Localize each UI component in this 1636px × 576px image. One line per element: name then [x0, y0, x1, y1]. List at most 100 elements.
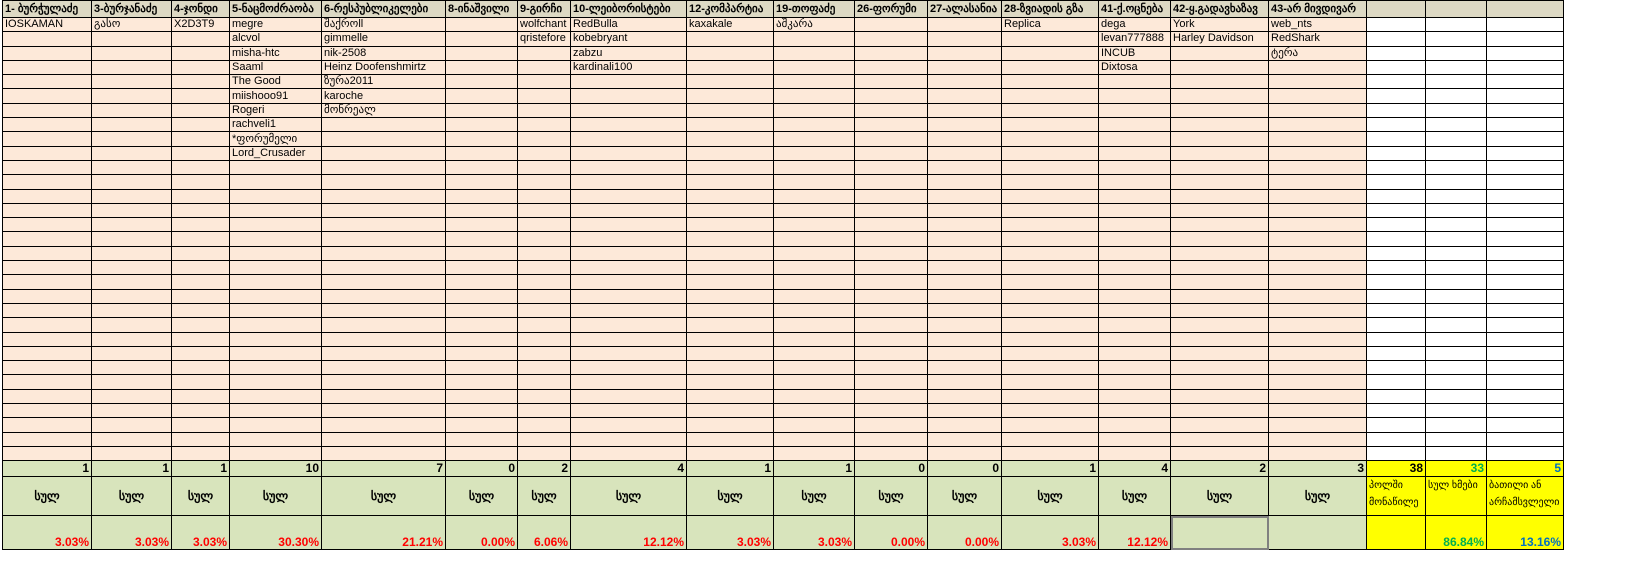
empty-cell[interactable]: [854, 131, 928, 147]
voter-cell[interactable]: alcvol: [229, 31, 322, 47]
empty-cell[interactable]: [773, 188, 855, 204]
empty-cell[interactable]: [686, 403, 774, 419]
empty-cell[interactable]: [91, 302, 172, 319]
empty-cell[interactable]: [1486, 159, 1564, 176]
empty-cell[interactable]: [321, 374, 446, 390]
empty-cell[interactable]: [171, 31, 230, 47]
empty-cell[interactable]: [1486, 16, 1564, 33]
empty-cell[interactable]: [171, 117, 230, 133]
empty-cell[interactable]: [1268, 374, 1367, 390]
empty-cell[interactable]: [773, 317, 855, 333]
empty-cell[interactable]: [171, 374, 230, 390]
voter-cell[interactable]: kaxakale: [686, 16, 774, 33]
empty-cell[interactable]: [570, 231, 687, 247]
empty-cell[interactable]: [854, 31, 928, 47]
voter-cell[interactable]: web_nts: [1268, 16, 1367, 33]
empty-cell[interactable]: [686, 174, 774, 190]
empty-cell[interactable]: [517, 217, 571, 233]
voter-cell[interactable]: megre: [229, 16, 322, 33]
empty-cell[interactable]: [229, 445, 322, 462]
empty-cell[interactable]: [1170, 374, 1269, 390]
empty-cell[interactable]: [445, 31, 518, 47]
empty-cell[interactable]: [773, 174, 855, 190]
percent-cell[interactable]: 12.12%: [570, 515, 687, 551]
empty-cell[interactable]: [445, 188, 518, 204]
empty-cell[interactable]: [854, 360, 928, 376]
empty-cell[interactable]: [570, 131, 687, 147]
empty-cell[interactable]: [1268, 74, 1367, 90]
empty-cell[interactable]: [91, 317, 172, 333]
voter-cell[interactable]: Harley Davidson: [1170, 31, 1269, 47]
total-label[interactable]: სულ: [91, 476, 172, 517]
empty-cell[interactable]: [445, 345, 518, 362]
empty-cell[interactable]: [1486, 417, 1564, 433]
empty-cell[interactable]: [171, 360, 230, 376]
empty-cell[interactable]: [686, 245, 774, 262]
empty-cell[interactable]: [773, 88, 855, 104]
percent-cell[interactable]: 3.03%: [1001, 515, 1099, 551]
column-header[interactable]: 1- ბურჭულაძე: [2, 0, 92, 18]
empty-cell[interactable]: [773, 302, 855, 319]
empty-cell[interactable]: [321, 159, 446, 176]
empty-cell[interactable]: [686, 431, 774, 447]
empty-cell[interactable]: [1170, 131, 1269, 147]
empty-cell[interactable]: [854, 174, 928, 190]
column-header[interactable]: 41-ქ.ოცნება: [1098, 0, 1171, 18]
voter-cell[interactable]: Rogeri: [229, 102, 322, 119]
summary-valid-label[interactable]: სულ ხმები: [1425, 476, 1487, 517]
empty-cell[interactable]: [1486, 88, 1564, 104]
empty-cell[interactable]: [1170, 188, 1269, 204]
empty-cell[interactable]: [854, 445, 928, 462]
empty-cell[interactable]: [91, 417, 172, 433]
empty-cell[interactable]: [1425, 274, 1487, 290]
empty-cell[interactable]: [1425, 245, 1487, 262]
column-header[interactable]: 4-ჯონდი: [171, 0, 230, 18]
empty-cell[interactable]: [1268, 131, 1367, 147]
empty-cell[interactable]: [1268, 245, 1367, 262]
empty-cell[interactable]: [91, 445, 172, 462]
empty-cell[interactable]: [1366, 0, 1426, 18]
empty-cell[interactable]: [1001, 302, 1099, 319]
voter-cell[interactable]: qristefore: [517, 31, 571, 47]
empty-cell[interactable]: [570, 202, 687, 219]
empty-cell[interactable]: [927, 45, 1002, 61]
empty-cell[interactable]: [91, 260, 172, 276]
empty-cell[interactable]: [321, 360, 446, 376]
empty-cell[interactable]: [321, 202, 446, 219]
summary-invalid[interactable]: 5: [1486, 460, 1564, 478]
empty-cell[interactable]: [91, 59, 172, 76]
empty-cell[interactable]: [2, 74, 92, 90]
empty-cell[interactable]: [1268, 145, 1367, 161]
summary-total-label[interactable]: პოლში მონაწილე: [1366, 476, 1426, 517]
empty-cell[interactable]: [1486, 31, 1564, 47]
empty-cell[interactable]: [1170, 217, 1269, 233]
empty-cell[interactable]: [2, 117, 92, 133]
percent-cell[interactable]: 30.30%: [229, 515, 322, 551]
empty-cell[interactable]: [91, 403, 172, 419]
empty-cell[interactable]: [854, 88, 928, 104]
empty-cell[interactable]: [91, 345, 172, 362]
empty-cell[interactable]: [854, 159, 928, 176]
empty-cell[interactable]: [1425, 159, 1487, 176]
empty-cell[interactable]: [927, 288, 1002, 304]
empty-cell[interactable]: [570, 88, 687, 104]
empty-cell[interactable]: [229, 345, 322, 362]
empty-cell[interactable]: [570, 74, 687, 90]
empty-cell[interactable]: [1268, 231, 1367, 247]
empty-cell[interactable]: [1268, 345, 1367, 362]
column-header[interactable]: 19-თოფაძე: [773, 0, 855, 18]
empty-cell[interactable]: [1486, 174, 1564, 190]
empty-cell[interactable]: [1366, 274, 1426, 290]
empty-cell[interactable]: [854, 16, 928, 33]
empty-cell[interactable]: [171, 231, 230, 247]
empty-cell[interactable]: [1098, 102, 1171, 119]
empty-cell[interactable]: [1170, 431, 1269, 447]
empty-cell[interactable]: [1486, 288, 1564, 304]
voter-cell[interactable]: Saaml: [229, 59, 322, 76]
empty-cell[interactable]: [1425, 388, 1487, 405]
empty-cell[interactable]: [229, 217, 322, 233]
empty-cell[interactable]: [1425, 202, 1487, 219]
empty-cell[interactable]: [1425, 31, 1487, 47]
empty-cell[interactable]: [91, 159, 172, 176]
empty-cell[interactable]: [171, 159, 230, 176]
